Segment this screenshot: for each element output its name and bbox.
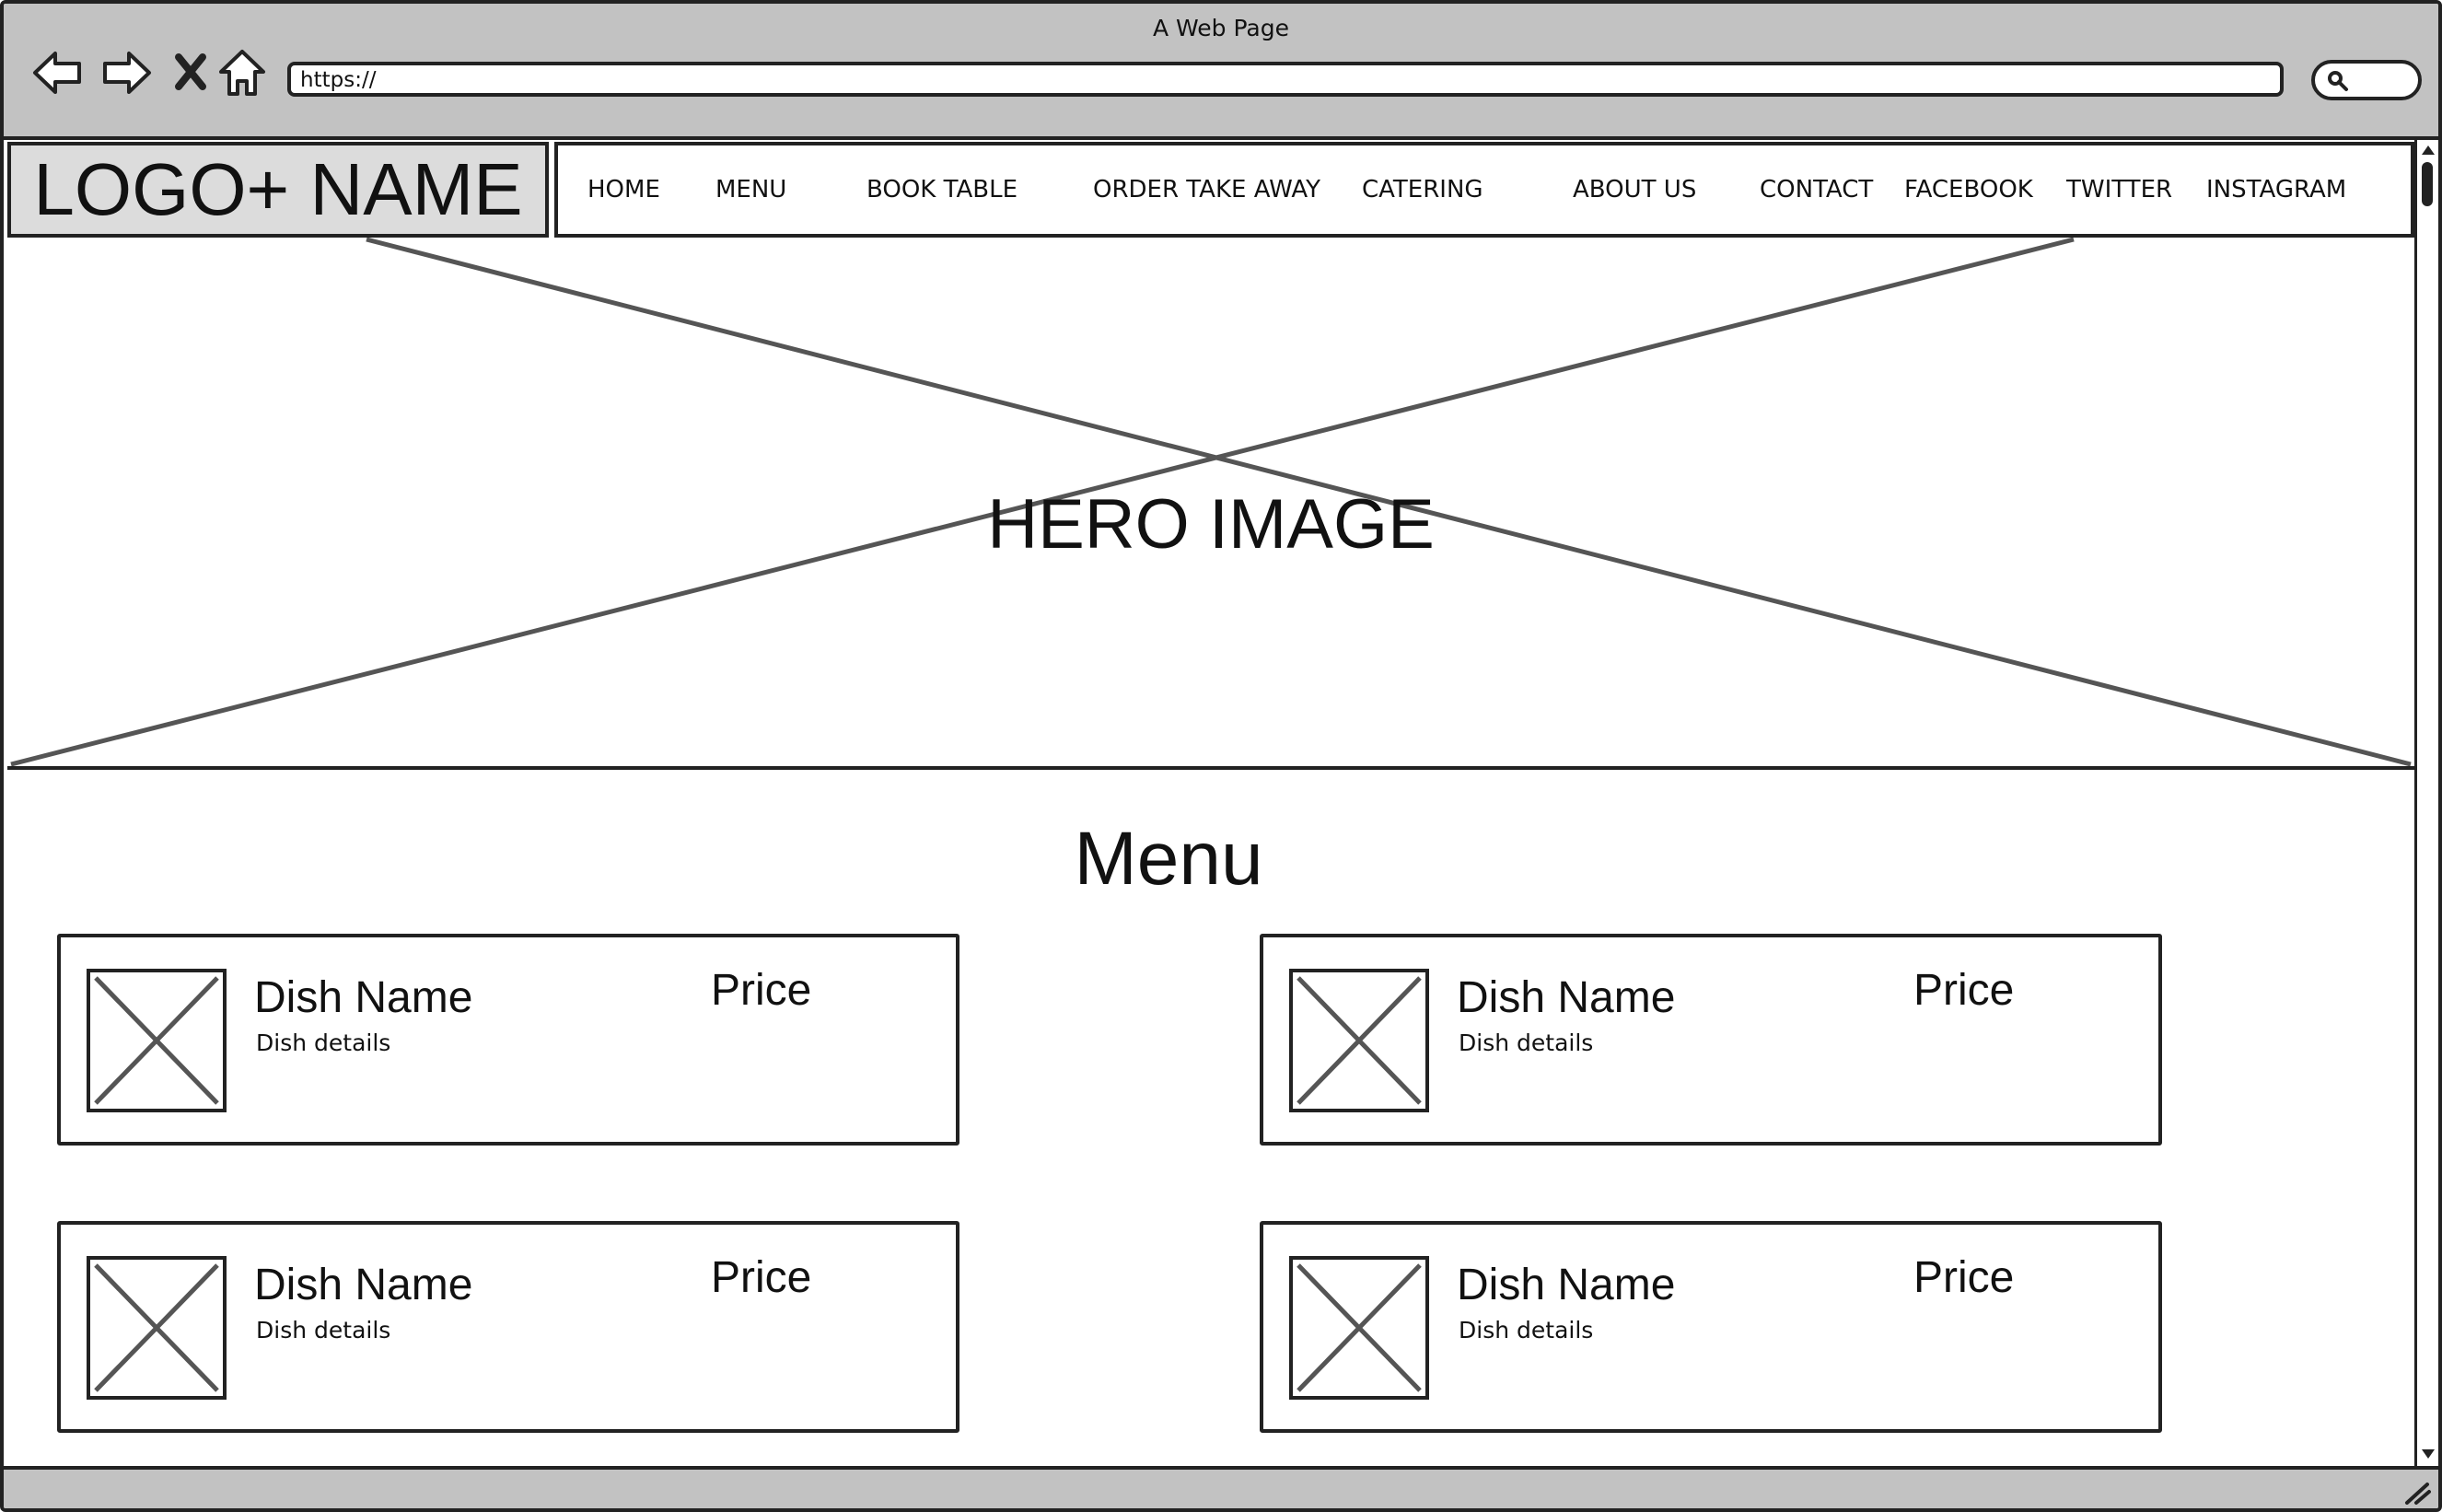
back-button[interactable] — [29, 44, 87, 101]
dish-price: Price — [711, 1253, 812, 1302]
placeholder-cross-icon — [1297, 1263, 1422, 1392]
close-icon — [175, 53, 206, 90]
nav-contact[interactable]: CONTACT — [1760, 145, 1873, 234]
window-title: A Web Page — [1152, 15, 1290, 41]
browser-window: A Web Page https:// LOGO+ NAME HOME MENU… — [0, 0, 2442, 1512]
dish-image-placeholder — [87, 969, 227, 1112]
scroll-thumb[interactable] — [2422, 162, 2433, 206]
logo[interactable]: LOGO+ NAME — [7, 142, 549, 238]
dish-image-placeholder — [87, 1256, 227, 1400]
dish-image-placeholder — [1289, 969, 1429, 1112]
dish-name: Dish Name — [254, 1261, 473, 1309]
hero-label: HERO IMAGE — [987, 485, 1435, 564]
browser-toolbar: A Web Page https:// — [4, 4, 2438, 140]
search-icon — [2328, 71, 2348, 91]
dish-card[interactable]: Dish Name Dish details Price — [57, 1221, 959, 1433]
nav-book-table[interactable]: BOOK TABLE — [866, 145, 1017, 234]
dish-price: Price — [1913, 966, 2015, 1015]
nav-about-us[interactable]: ABOUT US — [1573, 145, 1696, 234]
home-icon — [219, 50, 265, 96]
dish-details: Dish details — [1459, 1029, 1594, 1056]
dish-details: Dish details — [1459, 1317, 1594, 1343]
nav-home[interactable]: HOME — [587, 145, 660, 234]
dish-image-placeholder — [1289, 1256, 1429, 1400]
browser-search-button[interactable] — [2311, 60, 2422, 100]
placeholder-cross-icon — [94, 1263, 219, 1392]
placeholder-cross-icon — [94, 976, 219, 1105]
vertical-scrollbar[interactable] — [2414, 140, 2438, 1466]
scroll-down-icon[interactable] — [2419, 1446, 2437, 1462]
resize-grip-icon[interactable] — [2403, 1481, 2431, 1505]
scroll-up-icon[interactable] — [2419, 142, 2437, 158]
stop-button[interactable] — [162, 44, 219, 101]
menu-heading: Menu — [1074, 817, 1263, 901]
dish-name: Dish Name — [1457, 1261, 1676, 1309]
dish-name: Dish Name — [1457, 973, 1676, 1022]
status-bar — [4, 1466, 2438, 1508]
forward-arrow-icon — [103, 52, 151, 94]
forward-button[interactable] — [98, 44, 155, 101]
dish-price: Price — [1913, 1253, 2015, 1302]
main-navigation: HOME MENU BOOK TABLE ORDER TAKE AWAY CAT… — [554, 142, 2414, 238]
back-arrow-icon — [33, 52, 81, 94]
nav-twitter[interactable]: TWITTER — [2066, 145, 2172, 234]
dish-name: Dish Name — [254, 973, 473, 1022]
nav-catering[interactable]: CATERING — [1362, 145, 1483, 234]
dish-details: Dish details — [256, 1029, 391, 1056]
dish-card[interactable]: Dish Name Dish details Price — [1260, 934, 2162, 1146]
nav-facebook[interactable]: FACEBOOK — [1904, 145, 2033, 234]
url-input[interactable]: https:// — [287, 62, 2284, 97]
dish-card[interactable]: Dish Name Dish details Price — [1260, 1221, 2162, 1433]
dish-price: Price — [711, 966, 812, 1015]
nav-order-take-away[interactable]: ORDER TAKE AWAY — [1093, 145, 1320, 234]
dish-details: Dish details — [256, 1317, 391, 1343]
home-button[interactable] — [214, 44, 271, 101]
nav-menu[interactable]: MENU — [715, 145, 786, 234]
hero-image-placeholder: HERO IMAGE — [7, 238, 2414, 770]
nav-instagram[interactable]: INSTAGRAM — [2206, 145, 2346, 234]
dish-card[interactable]: Dish Name Dish details Price — [57, 934, 959, 1146]
placeholder-cross-icon — [1297, 976, 1422, 1105]
